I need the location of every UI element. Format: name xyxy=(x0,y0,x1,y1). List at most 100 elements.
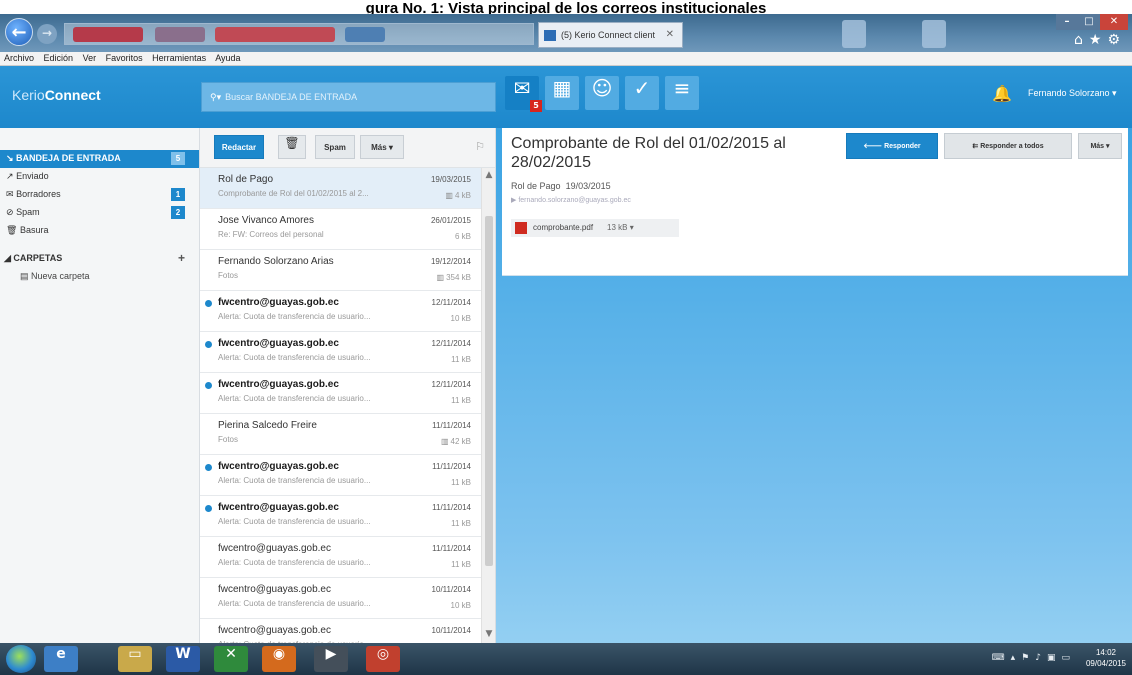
message-list-item[interactable]: fwcentro@guayas.gob.ecAlerta: Cuota de t… xyxy=(200,455,495,496)
word-icon[interactable]: W xyxy=(166,646,200,672)
bell-icon[interactable]: 🔔 xyxy=(992,84,1012,103)
menu-ayuda[interactable]: Ayuda xyxy=(215,53,240,63)
message-size: ▥ 4 kB xyxy=(445,191,471,200)
message-list-item[interactable]: fwcentro@guayas.gob.ecAlerta: Cuota de t… xyxy=(200,496,495,537)
message-rows: Rol de Pago Comprobante de Rol del 01/02/… xyxy=(200,168,495,643)
contacts-app-icon[interactable]: ☺ xyxy=(585,76,619,110)
unread-dot-icon xyxy=(205,341,212,348)
message-meta: Rol de Pago 19/03/2015 xyxy=(511,181,611,191)
address-segment xyxy=(345,27,385,42)
menu-herramientas[interactable]: Herramientas xyxy=(152,53,206,63)
message-snippet: Alerta: Cuota de transferencia de usuari… xyxy=(218,394,371,403)
more-button[interactable]: Más ▾ xyxy=(360,135,404,159)
search-input[interactable]: ⚲▾ Buscar BANDEJA DE ENTRADA xyxy=(201,82,496,112)
recipient-line[interactable]: ▶ fernando.solorzano@guayas.gob.ec xyxy=(511,196,631,204)
message-date: 10/11/2014 xyxy=(431,626,471,635)
reply-all-button[interactable]: ⇇ Responder a todos xyxy=(944,133,1072,159)
more-actions-button[interactable]: Más ▾ xyxy=(1078,133,1122,159)
message-from: Jose Vivanco Amores xyxy=(218,215,314,226)
sidebar-item-inbox[interactable]: ↘ BANDEJA DE ENTRADA 5 xyxy=(0,150,199,168)
start-button-icon[interactable] xyxy=(6,645,36,673)
notes-app-icon[interactable]: ≡ xyxy=(665,76,699,110)
browser-tab[interactable]: (5) Kerio Connect client ✕ xyxy=(538,22,683,48)
flag-icon[interactable]: ⚐ xyxy=(475,140,485,153)
message-list-item[interactable]: fwcentro@guayas.gob.ecAlerta: Cuota de t… xyxy=(200,332,495,373)
sender-name[interactable]: Rol de Pago xyxy=(511,181,561,191)
message-list-item[interactable]: fwcentro@guayas.gob.ecAlerta: Cuota de t… xyxy=(200,373,495,414)
calendar-app-icon[interactable]: ▦ xyxy=(545,76,579,110)
scrollbar-thumb[interactable] xyxy=(485,216,493,566)
explorer-folder-icon[interactable]: ▭ xyxy=(118,646,152,672)
kerio-header: KerioConnect ⚲▾ Buscar BANDEJA DE ENTRADA… xyxy=(0,66,1132,128)
delete-trash-icon[interactable]: 🗑 xyxy=(278,135,306,159)
reply-button[interactable]: 🡐 Responder xyxy=(846,133,938,159)
figure-caption: gura No. 1: Vista principal de los corre… xyxy=(0,0,1132,14)
message-list-item[interactable]: fwcentro@guayas.gob.ecAlerta: Cuota de t… xyxy=(200,291,495,332)
mail-app-icon[interactable]: ✉ 5 xyxy=(505,76,542,112)
message-list-item[interactable]: Pierina Salcedo Freire Fotos 11/11/2014 ▥ 42… xyxy=(200,414,495,455)
menu-ver[interactable]: Ver xyxy=(83,53,97,63)
message-list-item[interactable]: Rol de Pago Comprobante de Rol del 01/02/… xyxy=(200,168,495,209)
message-list-item[interactable]: fwcentro@guayas.gob.ecAlerta: Cuota de t… xyxy=(200,578,495,619)
folders-title: CARPETAS xyxy=(13,253,63,263)
settings-gear-icon[interactable]: ⚙ xyxy=(1107,32,1126,48)
address-segment xyxy=(73,27,143,42)
home-icon[interactable]: ⌂ xyxy=(1074,32,1089,48)
message-list-scrollbar[interactable]: ▲ ▼ xyxy=(481,168,495,643)
network-icon[interactable]: ▣ xyxy=(1047,653,1062,663)
address-segment xyxy=(155,27,205,42)
sidebar-item-drafts[interactable]: ✉ Borradores 1 xyxy=(0,186,199,204)
message-from: Pierina Salcedo Freire xyxy=(218,420,317,431)
firefox-icon[interactable]: ◉ xyxy=(262,646,296,672)
sidebar-item-spam[interactable]: ⊘ Spam 2 xyxy=(0,204,199,222)
message-size: 10 kB xyxy=(451,601,471,610)
add-folder-icon[interactable]: + xyxy=(178,251,185,265)
message-size: 11 kB xyxy=(451,519,471,528)
tray-arrow-icon[interactable]: ▴ xyxy=(1011,653,1022,663)
tasks-app-icon[interactable]: ✓ xyxy=(625,76,659,110)
favorites-star-icon[interactable]: ★ xyxy=(1089,32,1108,48)
system-tray: ⌨▴⚑♪▣▭ xyxy=(992,653,1076,663)
scroll-up-icon[interactable]: ▲ xyxy=(483,170,495,182)
screen: gura No. 1: Vista principal de los corre… xyxy=(0,0,1132,675)
spreadsheet-icon[interactable]: ✕ xyxy=(214,646,248,672)
menu-archivo[interactable]: Archivo xyxy=(4,53,34,63)
media-player-icon[interactable]: ▶ xyxy=(314,646,348,672)
menu-edicion[interactable]: Edición xyxy=(44,53,74,63)
address-bar[interactable] xyxy=(64,23,534,45)
compose-button[interactable]: Redactar xyxy=(214,135,264,159)
close-tab-icon[interactable]: ✕ xyxy=(666,29,674,40)
attachment-size[interactable]: 13 kB ▾ xyxy=(607,223,634,232)
forward-icon[interactable]: → xyxy=(37,24,57,44)
sidebar-item-new-folder[interactable]: ▤ Nueva carpeta xyxy=(0,268,199,284)
minimize-icon[interactable]: – xyxy=(1056,14,1078,30)
chrome-icon[interactable]: ◎ xyxy=(366,646,400,672)
keyboard-icon[interactable]: ⌨ xyxy=(992,653,1011,663)
folders-section[interactable]: ◢ CARPETAS + xyxy=(0,250,199,268)
spam-button[interactable]: Spam xyxy=(315,135,355,159)
kerio-logo[interactable]: KerioConnect xyxy=(12,87,101,103)
menu-favoritos[interactable]: Favoritos xyxy=(106,53,143,63)
sidebar-item-sent[interactable]: ↗ Enviado xyxy=(0,168,199,186)
message-date: 19/12/2014 xyxy=(430,257,471,266)
maximize-icon[interactable]: □ xyxy=(1078,14,1100,30)
ie-taskbar-icon[interactable]: e xyxy=(44,646,78,672)
message-snippet: Alerta: Cuota de transferencia de usuari… xyxy=(218,517,371,526)
unread-dot-icon xyxy=(205,300,212,307)
display-icon[interactable]: ▭ xyxy=(1061,653,1076,663)
attachment[interactable]: comprobante.pdf 13 kB ▾ xyxy=(511,219,679,237)
scroll-down-icon[interactable]: ▼ xyxy=(483,629,495,641)
flag-tray-icon[interactable]: ⚑ xyxy=(1021,653,1035,663)
message-list-item[interactable]: fwcentro@guayas.gob.ecAlerta: Cuota de t… xyxy=(200,619,495,643)
back-icon[interactable]: ← xyxy=(5,18,33,46)
message-list-item[interactable]: Jose Vivanco Amores Re: FW: Correos del p… xyxy=(200,209,495,250)
sidebar-item-trash[interactable]: 🗑 Basura xyxy=(0,222,199,240)
message-list-item[interactable]: fwcentro@guayas.gob.ecAlerta: Cuota de t… xyxy=(200,537,495,578)
list-toolbar: Redactar 🗑 Spam Más ▾ ⚐ xyxy=(200,128,495,168)
volume-icon[interactable]: ♪ xyxy=(1035,653,1047,663)
taskbar-thumb-icon xyxy=(922,20,946,48)
message-list-item[interactable]: Fernando Solorzano Arias Fotos 19/12/2014 ▥… xyxy=(200,250,495,291)
close-window-icon[interactable]: ✕ xyxy=(1100,14,1128,30)
clock[interactable]: 14:02 09/04/2015 xyxy=(1086,647,1126,669)
user-menu[interactable]: Fernando Solorzano ▾ xyxy=(1028,88,1117,99)
